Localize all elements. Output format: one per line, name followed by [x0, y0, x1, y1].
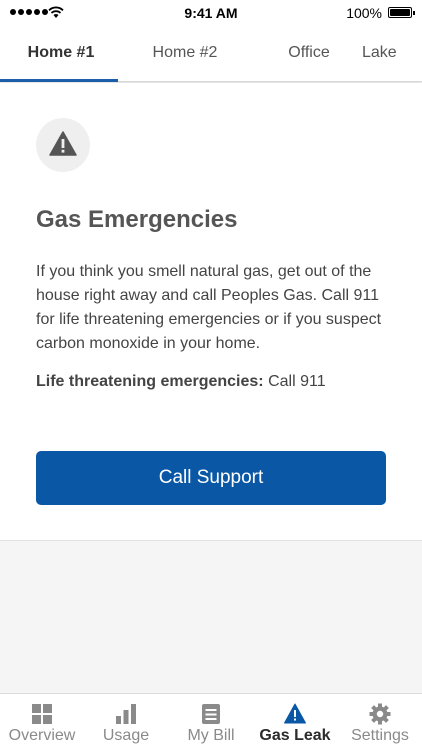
nav-overview[interactable]: Overview [0, 694, 84, 750]
nav-gas-leak-label: Gas Leak [259, 727, 331, 744]
active-tab-indicator [0, 79, 118, 82]
life-threatening-value: Call 911 [263, 373, 326, 390]
nav-overview-label: Overview [8, 727, 76, 744]
location-tabs: Home #1 Home #2 Office Lake [0, 26, 422, 82]
status-bar: 9:41 AM 100% [0, 0, 422, 26]
nav-settings[interactable]: Settings [338, 694, 422, 750]
nav-my-bill[interactable]: My Bill [169, 694, 253, 750]
grid-icon [32, 704, 52, 724]
life-threatening-label: Life threatening emergencies: [36, 373, 264, 390]
gas-emergency-card: Gas Emergencies If you think you smell n… [0, 83, 422, 541]
document-icon [202, 704, 220, 724]
tab-home-2[interactable]: Home #2 [126, 26, 244, 81]
battery-icon [388, 7, 415, 18]
bar-chart-icon [116, 704, 136, 724]
battery-percentage: 100% [346, 5, 382, 21]
warning-icon-badge [36, 118, 90, 172]
warning-icon [284, 703, 306, 724]
warning-icon [49, 131, 77, 156]
call-support-button[interactable]: Call Support [36, 451, 386, 505]
nav-my-bill-label: My Bill [187, 727, 235, 744]
nav-settings-label: Settings [351, 727, 409, 744]
card-title: Gas Emergencies [36, 206, 238, 233]
card-description: If you think you smell natural gas, get … [36, 263, 382, 352]
bottom-navigation: Overview Usage My Bill Gas Leak Settings [0, 693, 422, 750]
nav-gas-leak[interactable]: Gas Leak [253, 694, 337, 750]
life-threatening-line: Life threatening emergencies: Call 911 [36, 373, 326, 391]
nav-usage-label: Usage [102, 727, 150, 744]
nav-usage[interactable]: Usage [84, 694, 168, 750]
tab-home-1[interactable]: Home #1 [2, 26, 120, 81]
gear-icon [369, 703, 391, 725]
tab-office[interactable]: Office [250, 26, 368, 81]
tab-lake[interactable]: Lake [362, 26, 422, 81]
